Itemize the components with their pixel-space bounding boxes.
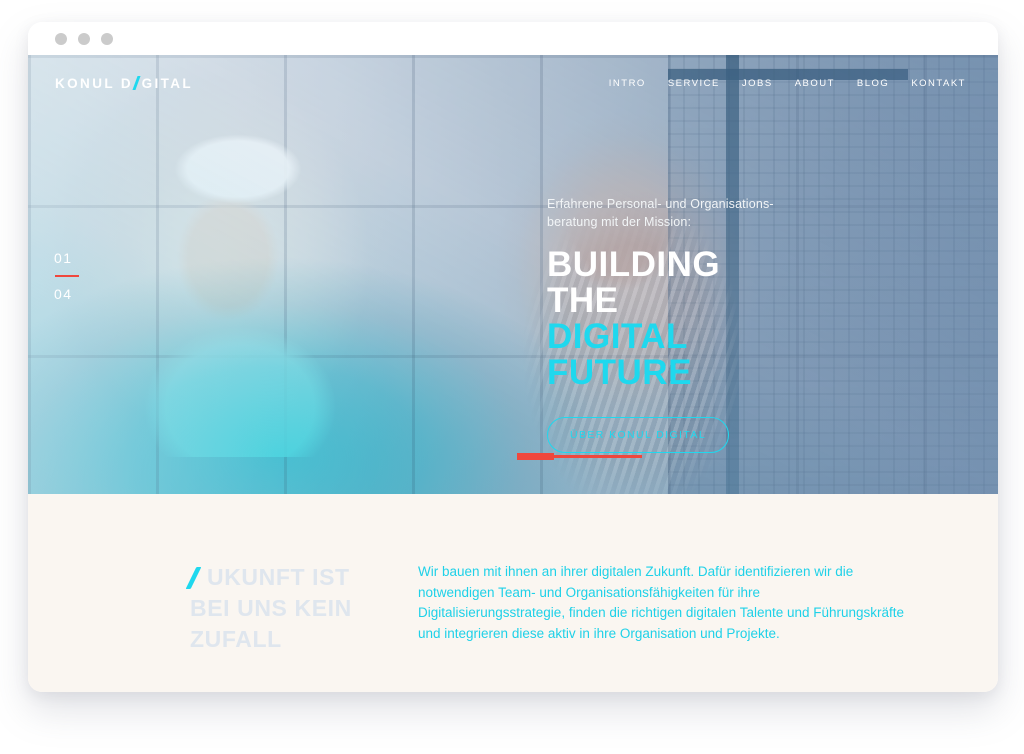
nav-item-intro[interactable]: INTRO <box>609 78 646 89</box>
main-navigation: INTRO SERVICE JOBS ABOUT BLOG KONTAKT <box>609 78 966 89</box>
hero-slider-progress-bar[interactable] <box>517 453 642 460</box>
site-header: KONUL D GITAL INTRO SERVICE JOBS ABOUT BL… <box>28 55 998 111</box>
slide-counter: 01 04 <box>54 245 94 307</box>
intro-heading-line-1: UKUNFT IST <box>207 564 350 590</box>
site-viewport: KONUL D GITAL INTRO SERVICE JOBS ABOUT BL… <box>28 55 998 692</box>
logo-text-prefix: KONUL D <box>55 75 134 91</box>
intro-heading-line-2: BEI UNS KEIN <box>190 595 352 621</box>
nav-item-jobs[interactable]: JOBS <box>742 78 773 89</box>
logo-text-suffix: GITAL <box>141 75 194 91</box>
intro-heading-line-3: ZUFALL <box>190 626 282 652</box>
window-close-dot[interactable] <box>55 32 67 45</box>
nav-item-service[interactable]: SERVICE <box>668 78 720 89</box>
window-minimize-dot[interactable] <box>78 32 90 45</box>
window-maximize-dot[interactable] <box>101 32 113 45</box>
slide-total-number: 04 <box>54 286 73 302</box>
hero-title: BUILDING THE DIGITAL FUTURE <box>547 247 907 391</box>
nav-item-kontakt[interactable]: KONTAKT <box>911 78 966 89</box>
hero-title-line-2: THE <box>547 281 619 320</box>
nav-item-about[interactable]: ABOUT <box>795 78 835 89</box>
hero-title-line-4: FUTURE <box>547 353 692 392</box>
nav-item-blog[interactable]: BLOG <box>857 78 889 89</box>
hero-title-line-3: DIGITAL <box>547 317 688 356</box>
hero-section: KONUL D GITAL INTRO SERVICE JOBS ABOUT BL… <box>28 55 998 494</box>
browser-titlebar <box>28 22 998 55</box>
hero-copy-block: Erfahrene Personal- und Organisations-be… <box>547 195 907 453</box>
intro-heading: UKUNFT IST BEI UNS KEIN ZUFALL <box>185 562 406 692</box>
site-logo[interactable]: KONUL D GITAL <box>55 76 193 91</box>
hero-kicker-text: Erfahrene Personal- und Organisations-be… <box>547 197 774 229</box>
browser-window-mockup: KONUL D GITAL INTRO SERVICE JOBS ABOUT BL… <box>28 22 998 692</box>
intro-body-text: Wir bauen mit ihnen an ihrer digitalen Z… <box>418 564 905 641</box>
intro-section: UKUNFT IST BEI UNS KEIN ZUFALL Wir bauen… <box>28 494 998 692</box>
slide-counter-divider <box>55 275 79 277</box>
hero-cta-button[interactable]: ÜBER KONUL DIGITAL <box>547 417 730 453</box>
logo-slash-icon <box>132 76 141 90</box>
slide-current-number: 01 <box>54 250 73 266</box>
hero-title-line-1: BUILDING <box>547 245 721 284</box>
